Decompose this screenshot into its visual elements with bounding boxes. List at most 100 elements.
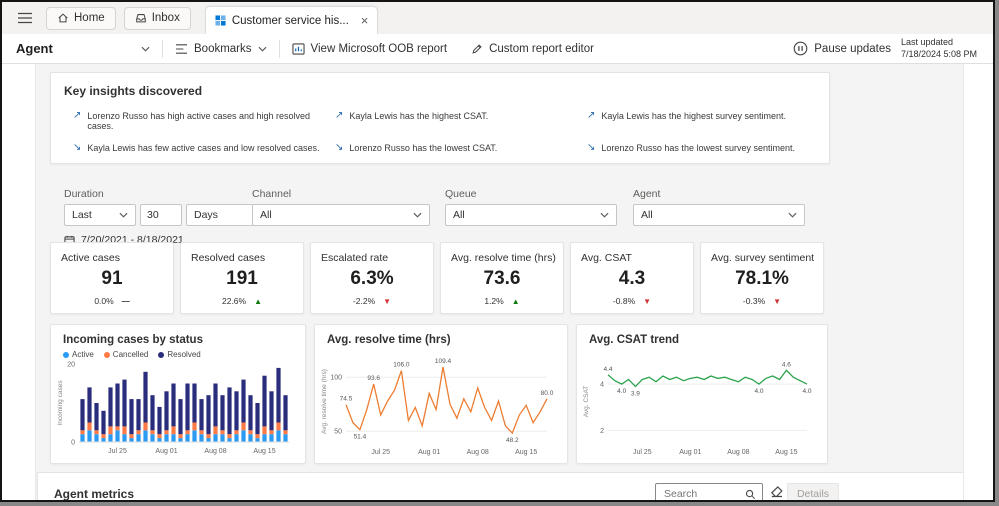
svg-text:Aug 01: Aug 01 (155, 448, 177, 455)
command-bar: Agent Bookmarks View Microsoft OOB repor… (2, 34, 993, 64)
details-button[interactable]: Details (787, 483, 839, 500)
insight-item: ↗ Lorenzo Russo has high active cases and… (73, 111, 335, 132)
dropdown-value: Days (194, 209, 218, 221)
svg-text:20: 20 (67, 362, 75, 369)
legend-dot (63, 351, 69, 358)
view-oob-report-label: View Microsoft OOB report (310, 42, 448, 55)
kpi-title: Avg. CSAT (581, 252, 632, 264)
report-page-selector-value: Agent (16, 41, 53, 56)
view-oob-report-button[interactable]: View Microsoft OOB report (280, 34, 460, 63)
svg-text:Aug 08: Aug 08 (204, 448, 226, 455)
legend-item-active: Active (63, 350, 94, 359)
clear-filters-button[interactable] (769, 486, 785, 500)
chart-title: Incoming cases by status (63, 334, 203, 346)
kpi-delta-value: 1.2% (484, 296, 504, 306)
chart-avg-resolve-time: Avg. resolve time (hrs) 50 100 74.5 51.4 93.… (314, 324, 568, 464)
tab-home[interactable]: Home (46, 6, 116, 30)
dropdown-value: All (453, 209, 465, 221)
svg-text:50: 50 (334, 429, 342, 436)
trend-down-icon: ▼ (383, 296, 392, 306)
key-insights-title: Key insights discovered (64, 84, 203, 98)
svg-text:93.6: 93.6 (367, 375, 380, 382)
chevron-down-icon (788, 212, 797, 218)
hamburger-menu-icon (18, 12, 32, 24)
insight-item: ↗ Kayla Lewis has the highest survey sent… (587, 111, 827, 131)
line-chart: 50 100 74.5 51.4 93.6 106.0 109.4 48.2 80.0 Jul 2… (321, 358, 554, 456)
duration-mode-dropdown[interactable]: Last (64, 204, 136, 226)
custom-report-editor-button[interactable]: Custom report editor (459, 34, 606, 63)
stacked-bar-chart: 0 20 Jul 25 Aug 01 Aug 08 Aug 15 Incoming case… (57, 362, 289, 455)
bookmarks-icon (175, 43, 188, 54)
tab-strip: Home Inbox Customer service his... × (2, 2, 993, 34)
pencil-icon (472, 43, 482, 54)
chart-legend: Active Cancelled Resolved (63, 350, 305, 359)
svg-text:Jul 25: Jul 25 (371, 449, 390, 456)
kpi-title: Avg. survey sentiment (711, 252, 815, 264)
svg-text:51.4: 51.4 (354, 434, 367, 441)
kpi-delta-value: 22.6% (221, 296, 247, 306)
home-icon (58, 13, 68, 23)
svg-text:3.9: 3.9 (631, 391, 640, 398)
chevron-down-icon (141, 46, 150, 52)
bookmarks-button[interactable]: Bookmarks (163, 34, 279, 63)
trend-down-icon: ↘ (587, 142, 596, 153)
tab-inbox[interactable]: Inbox (123, 6, 191, 30)
svg-text:48.2: 48.2 (506, 437, 519, 444)
insight-text: Kayla Lewis has few active cases and low… (87, 143, 320, 153)
insight-item: ↘ Lorenzo Russo has the lowest survey sen… (587, 143, 827, 163)
legend-label: Resolved (167, 350, 201, 359)
pause-icon (793, 41, 808, 56)
svg-text:Aug 01: Aug 01 (679, 449, 701, 456)
svg-text:106.0: 106.0 (393, 362, 410, 369)
last-updated-block: Last updated 7/18/2024 5:08 PM (901, 37, 993, 60)
insight-item: ↘ Lorenzo Russo has the lowest CSAT. (335, 143, 587, 163)
report-tab-icon (215, 15, 226, 26)
trend-up-icon: ↗ (335, 110, 344, 121)
chart-avg-csat-trend: Avg. CSAT trend 2 4 4.4 4.0 3.9 4.0 4.6 4.0 Jul … (576, 324, 828, 464)
agent-filter-dropdown[interactable]: All (633, 204, 805, 226)
kpi-delta: 1.2% ▲ (441, 296, 563, 306)
pause-updates-button[interactable]: Pause updates (783, 34, 901, 63)
channel-filter-dropdown[interactable]: All (252, 204, 430, 226)
close-tab-icon[interactable]: × (361, 14, 369, 27)
kpi-delta: 0.0% — (51, 296, 173, 306)
chart-incoming-cases-by-status: Incoming cases by status Active Cancelle… (50, 324, 306, 464)
insight-grid: ↗ Lorenzo Russo has high active cases and… (73, 111, 829, 163)
svg-text:4: 4 (600, 382, 604, 389)
agent-metrics-searchbox (655, 483, 763, 500)
kpi-value: 191 (226, 268, 258, 289)
hamburger-menu-button[interactable] (12, 5, 38, 31)
svg-text:Aug 01: Aug 01 (418, 449, 440, 456)
kpi-card-active-cases: Active cases 91 0.0% — (50, 242, 174, 314)
eraser-icon (770, 486, 783, 498)
kpi-card-avg-resolve-time: Avg. resolve time (hrs) 73.6 1.2% ▲ (440, 242, 564, 314)
kpi-card-avg-survey-sentiment: Avg. survey sentiment 78.1% -0.3% ▼ (700, 242, 824, 314)
kpi-title: Avg. resolve time (hrs) (451, 252, 556, 264)
bookmarks-label: Bookmarks (194, 42, 252, 55)
chevron-down-icon (119, 212, 128, 218)
insight-text: Kayla Lewis has the highest CSAT. (349, 111, 489, 121)
svg-text:Jul 25: Jul 25 (633, 449, 652, 456)
svg-text:74.5: 74.5 (340, 396, 353, 403)
inbox-icon (135, 14, 146, 23)
kpi-card-escalated-rate: Escalated rate 6.3% -2.2% ▼ (310, 242, 434, 314)
kpi-value: 4.3 (618, 268, 646, 289)
last-updated-label: Last updated (901, 37, 954, 48)
trend-down-icon: ▼ (773, 296, 782, 306)
tab-customer-service-historical[interactable]: Customer service his... × (204, 6, 379, 34)
legend-label: Active (72, 350, 94, 359)
svg-text:4.4: 4.4 (603, 366, 612, 373)
kpi-delta: -0.3% ▼ (701, 296, 823, 306)
report-page-selector-dropdown[interactable]: Agent (2, 34, 162, 63)
queue-filter-dropdown[interactable]: All (445, 204, 617, 226)
svg-text:100: 100 (330, 375, 342, 382)
chart-title: Avg. CSAT trend (589, 334, 680, 346)
chevron-down-icon (600, 212, 609, 218)
duration-value-input[interactable] (140, 204, 182, 226)
svg-text:109.4: 109.4 (435, 358, 452, 365)
chart-title: Avg. resolve time (hrs) (327, 334, 451, 346)
trend-up-icon: ↗ (587, 110, 596, 121)
search-input[interactable] (656, 488, 745, 500)
svg-text:2: 2 (600, 428, 604, 435)
svg-text:4.0: 4.0 (802, 388, 811, 395)
